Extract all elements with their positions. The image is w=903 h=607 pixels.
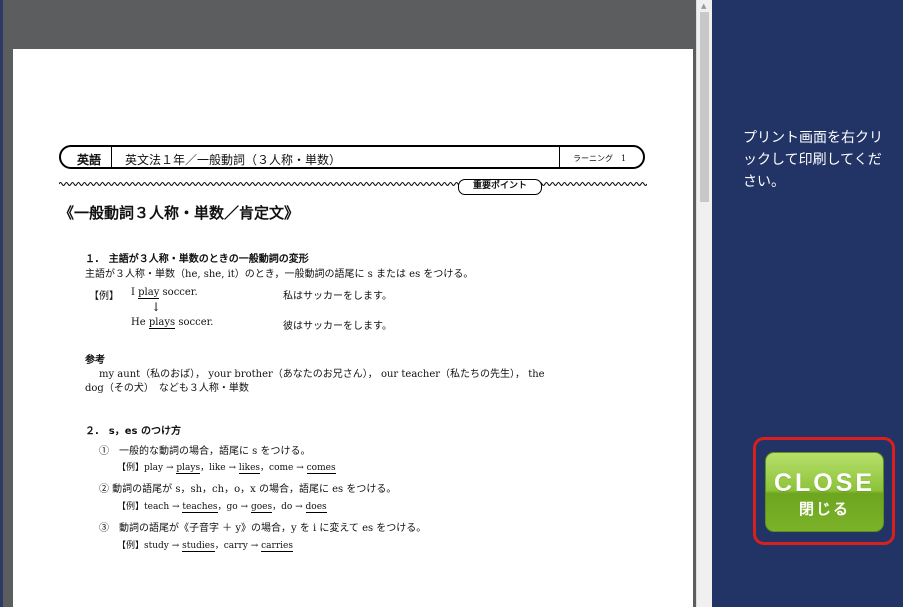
scrollbar-thumb[interactable] — [700, 12, 709, 202]
word-underlined: plays — [176, 463, 201, 474]
text: soccer. — [175, 317, 214, 328]
example-sentence-1: I play soccer. — [131, 287, 198, 299]
verb-underlined: play — [138, 287, 160, 299]
text: 【例】study → — [117, 541, 183, 551]
lesson-title: 《一般動詞３人称・単数／肯定文》 — [59, 204, 300, 222]
worksheet-code: ラーニング 1 — [573, 154, 627, 163]
example-sentence-2: He plays soccer. — [131, 317, 214, 329]
rule-2-example: 【例】teach → teaches，go → goes，do → does — [117, 499, 327, 513]
key-point-badge: 重要ポイント — [458, 179, 542, 195]
section-2-heading: ２. s，es のつけ方 — [85, 426, 181, 437]
document-viewer[interactable]: 英語 英文法１年／一般動詞（３人称・単数） ラーニング 1 重要ポイント 《一般… — [3, 0, 696, 607]
example-label: 【例】 — [89, 291, 119, 302]
subject-label: 英語 — [77, 153, 102, 167]
word-underlined: does — [305, 502, 327, 513]
text: ，carry → — [214, 541, 262, 551]
close-label-ja: 閉じる — [798, 500, 850, 518]
vertical-scrollbar[interactable]: ▲ — [696, 0, 712, 607]
text: ，like → — [200, 463, 239, 473]
reference-heading: 参考 — [85, 355, 105, 366]
word-underlined: goes — [250, 502, 273, 513]
rule-1: ① 一般的な動詞の場合，語尾に s をつける。 — [99, 446, 311, 457]
scroll-up-arrow-icon[interactable]: ▲ — [701, 2, 706, 10]
printable-page[interactable]: 英語 英文法１年／一般動詞（３人称・単数） ラーニング 1 重要ポイント 《一般… — [13, 49, 693, 607]
example-translation-2: 彼はサッカーをします。 — [283, 321, 392, 332]
text: soccer. — [159, 287, 198, 298]
word-underlined: studies — [182, 541, 215, 552]
verb-underlined: plays — [148, 317, 176, 329]
section-1-body: 主語が３人称・単数（he, she, it）のとき，一般動詞の語尾に s または… — [85, 269, 474, 280]
word-underlined: likes — [238, 463, 261, 474]
text: ，come → — [260, 463, 307, 473]
word-underlined: comes — [306, 463, 336, 474]
divider — [111, 147, 112, 167]
word-underlined: carries — [261, 541, 293, 552]
close-button[interactable]: CLOSE 閉じる — [765, 452, 884, 532]
text: 【例】teach → — [117, 502, 183, 512]
section-1-heading: １. 主語が３人称・単数のときの一般動詞の変形 — [85, 254, 309, 265]
close-button-highlight: CLOSE 閉じる — [753, 437, 895, 545]
rule-3-example: 【例】study → studies，carry → carries — [117, 538, 293, 552]
text: 【例】play → — [117, 463, 177, 473]
text: ，do → — [272, 502, 306, 512]
divider — [559, 147, 560, 167]
worksheet-title: 英文法１年／一般動詞（３人称・単数） — [125, 153, 342, 167]
wavy-divider — [59, 182, 647, 186]
close-label-en: CLOSE — [773, 469, 876, 497]
rule-2: ② 動詞の語尾が s，sh，ch，o，x の場合，語尾に es をつける。 — [99, 484, 397, 495]
reference-line-2: dog（その犬） なども３人称・単数 — [85, 383, 249, 394]
rule-1-example: 【例】play → plays，like → likes，come → come… — [117, 460, 336, 474]
print-instruction: プリント画面を右クリックして印刷してください。 — [743, 130, 883, 190]
text: He — [131, 317, 149, 328]
word-underlined: teaches — [182, 502, 218, 513]
down-arrow-icon: ↓ — [151, 300, 162, 314]
text: ，go → — [217, 502, 251, 512]
example-translation-1: 私はサッカーをします。 — [283, 291, 392, 302]
reference-line-1: my aunt（私のおば）， your brother（あなたのお兄さん）， o… — [99, 369, 545, 380]
rule-3: ③ 動詞の語尾が《子音字 ＋ y》の場合，y を i に変えて es をつける。 — [99, 523, 427, 534]
worksheet-header: 英語 英文法１年／一般動詞（３人称・単数） ラーニング 1 — [59, 145, 645, 169]
